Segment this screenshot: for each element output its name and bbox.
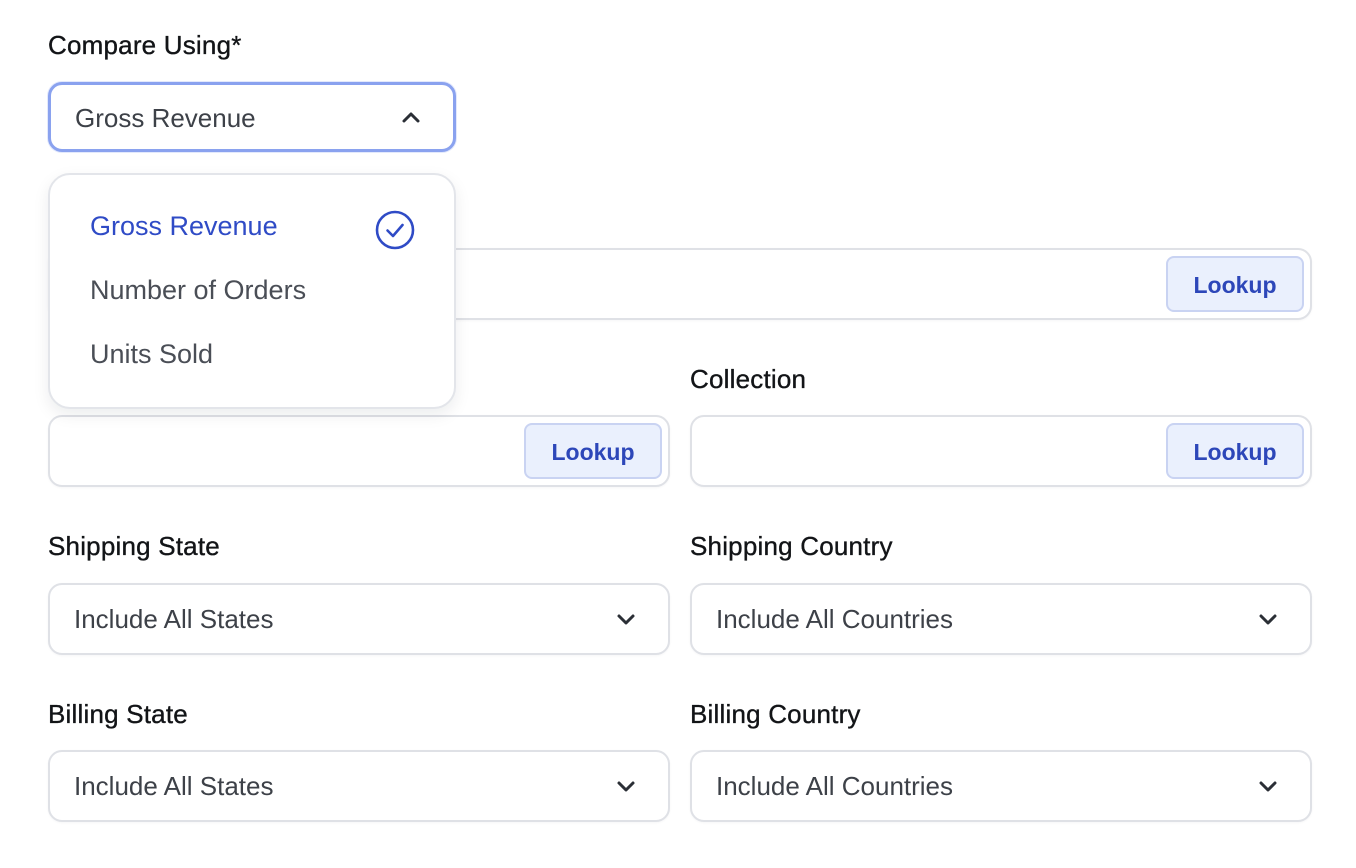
billing-state-select[interactable]: Include All States	[48, 750, 670, 822]
compare-using-select[interactable]: Gross Revenue	[48, 82, 456, 152]
chevron-down-icon	[1259, 614, 1277, 625]
shipping-state-value: Include All States	[74, 604, 274, 634]
row2-left-lookup-field[interactable]: Lookup	[48, 415, 670, 487]
billing-country-select[interactable]: Include All Countries	[690, 750, 1312, 822]
shipping-country-label: Shipping Country	[690, 531, 893, 561]
chevron-down-icon	[617, 614, 635, 625]
row2-left-lookup-button[interactable]: Lookup	[524, 423, 662, 479]
collection-lookup-field[interactable]: Lookup	[690, 415, 1312, 487]
collection-label: Collection	[690, 364, 807, 394]
billing-country-value: Include All Countries	[716, 771, 954, 801]
collection-lookup-button[interactable]: Lookup	[1166, 423, 1304, 479]
shipping-country-select[interactable]: Include All Countries	[690, 583, 1312, 655]
shipping-country-value: Include All Countries	[716, 604, 954, 634]
check-circle-icon	[375, 210, 415, 250]
shipping-state-select[interactable]: Include All States	[48, 583, 670, 655]
compare-using-value: Gross Revenue	[75, 103, 256, 133]
chevron-up-icon	[402, 112, 420, 123]
chevron-down-icon	[617, 781, 635, 792]
billing-state-value: Include All States	[74, 771, 274, 801]
option-gross-revenue[interactable]: Gross Revenue	[90, 211, 278, 242]
shipping-state-label: Shipping State	[48, 531, 220, 561]
chevron-down-icon	[1259, 781, 1277, 792]
option-number-of-orders[interactable]: Number of Orders	[90, 275, 306, 306]
compare-using-dropdown: Gross Revenue Number of Orders Units Sol…	[48, 173, 456, 409]
billing-country-label: Billing Country	[690, 699, 861, 729]
compare-using-label: Compare Using*	[48, 30, 242, 60]
row1-lookup-button[interactable]: Lookup	[1166, 256, 1304, 312]
option-units-sold[interactable]: Units Sold	[90, 339, 213, 370]
billing-state-label: Billing State	[48, 699, 188, 729]
